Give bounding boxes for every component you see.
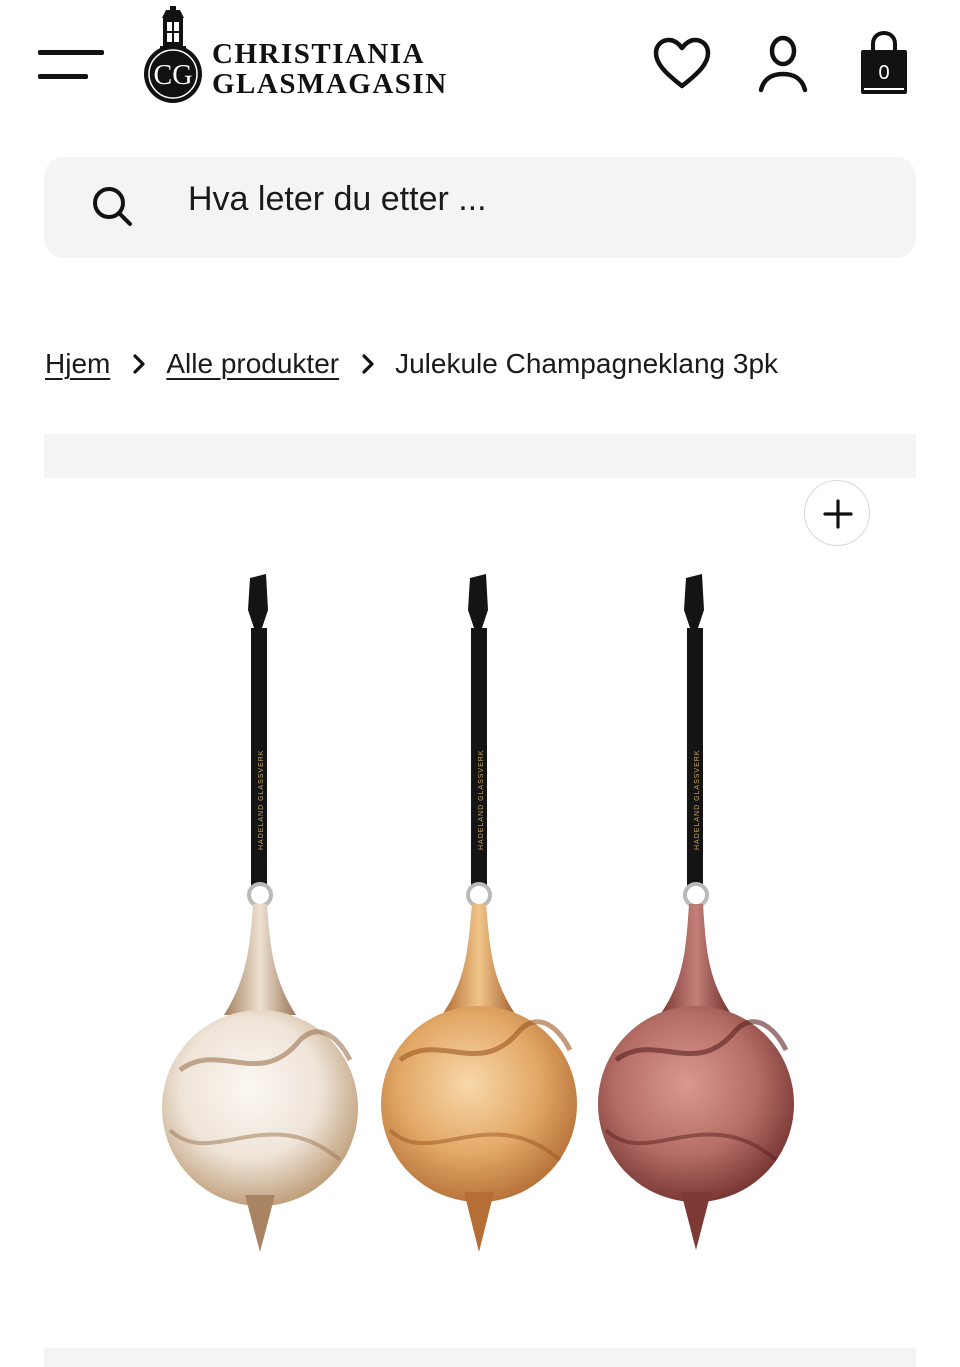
chevron-right-icon: [133, 354, 145, 374]
gallery-top-band: [44, 434, 916, 478]
svg-text:HADELAND GLASSVERK: HADELAND GLASSVERK: [694, 750, 701, 850]
plus-icon: [823, 499, 853, 529]
brand-wordmark: CHRISTIANIA GLASMAGASIN: [212, 9, 448, 99]
svg-text:HADELAND GLASSVERK: HADELAND GLASSVERK: [258, 750, 265, 850]
ornament-clear: HADELAND GLASSVERK: [162, 574, 358, 1252]
cart-count-badge: 0: [878, 62, 890, 84]
gallery-bottom-band: [44, 1348, 916, 1367]
ornament-rose: HADELAND GLASSVERK: [598, 574, 794, 1250]
search-placeholder: Hva leter du etter ...: [188, 180, 487, 218]
search-icon: [93, 187, 132, 226]
shopping-bag-icon[interactable]: 0: [858, 30, 910, 98]
user-icon[interactable]: [756, 34, 810, 94]
hamburger-menu-icon[interactable]: [38, 50, 106, 82]
ornaments-image: HADELAND GLASSVERK HADELAND GLASSVERK HA…: [162, 574, 794, 1252]
svg-text:CG: CG: [154, 60, 193, 91]
breadcrumb-current: Julekule Champagneklang 3pk: [395, 348, 779, 379]
breadcrumb: Hjem Alle produkter Julekule Champagnekl…: [45, 342, 778, 386]
zoom-button[interactable]: [804, 480, 870, 546]
heart-icon[interactable]: [652, 36, 712, 92]
brand-logo[interactable]: CG CHRISTIANIA GLASMAGASIN: [140, 4, 460, 104]
lantern-logo-icon: CG: [144, 6, 202, 103]
ornament-amber: HADELAND GLASSVERK: [381, 574, 577, 1252]
site-header: CG CHRISTIANIA GLASMAGASIN 0: [0, 0, 960, 130]
brand-line-1: CHRISTIANIA: [212, 38, 426, 70]
breadcrumb-link-all-products[interactable]: Alle produkter: [166, 348, 339, 380]
chevron-right-icon: [362, 354, 374, 374]
product-page: CG CHRISTIANIA GLASMAGASIN 0 Hva leter d…: [0, 0, 960, 1367]
breadcrumb-link-home[interactable]: Hjem: [45, 348, 110, 380]
brand-line-2: GLASMAGASIN: [212, 68, 448, 100]
svg-text:HADELAND GLASSVERK: HADELAND GLASSVERK: [478, 750, 485, 850]
